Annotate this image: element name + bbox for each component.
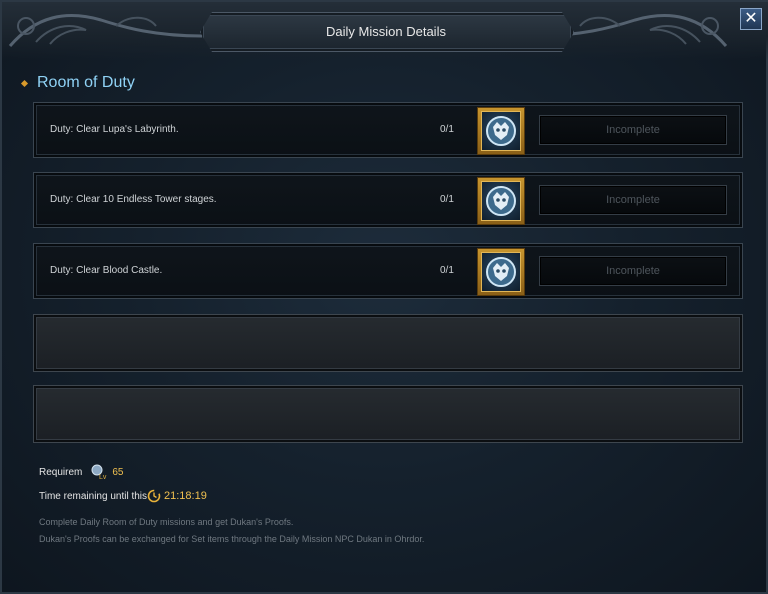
mission-progress: 0/1 <box>440 265 454 276</box>
diamond-bullet-icon <box>20 79 29 88</box>
close-button[interactable]: ✕ <box>740 8 762 30</box>
description-line: Dukan's Proofs can be exchanged for Set … <box>39 534 425 544</box>
mission-text: Duty: Clear 10 Endless Tower stages. <box>50 194 217 205</box>
reward-item[interactable] <box>477 107 525 155</box>
daily-mission-window: Daily Mission Details ✕ Room of Duty Dut… <box>0 0 768 594</box>
mission-row: Duty: Clear Lupa's Labyrinth. 0/1 Incomp… <box>33 102 743 158</box>
mission-row: Duty: Clear 10 Endless Tower stages. 0/1… <box>33 172 743 228</box>
mission-text: Duty: Clear Blood Castle. <box>50 265 163 276</box>
requirement-line: Requirem Lv 65 <box>39 464 123 480</box>
empty-mission-slot <box>33 385 743 443</box>
window-header: Daily Mission Details ✕ <box>2 2 768 60</box>
mission-row: Duty: Clear Blood Castle. 0/1 Incomplete <box>33 243 743 299</box>
mission-status-button[interactable]: Incomplete <box>539 256 727 286</box>
mission-text: Duty: Clear Lupa's Labyrinth. <box>50 124 179 135</box>
mission-progress: 0/1 <box>440 124 454 135</box>
mission-progress: 0/1 <box>440 194 454 205</box>
ornament-left-icon <box>8 14 203 47</box>
clock-icon <box>147 489 161 503</box>
svg-text:Lv: Lv <box>99 474 107 480</box>
reward-item[interactable] <box>477 248 525 296</box>
description-line: Complete Daily Room of Duty missions and… <box>39 517 294 527</box>
timer-label: Time remaining until this <box>39 490 148 502</box>
timer-line: Time remaining until this 21:18:19 <box>39 488 207 504</box>
section-header: Room of Duty <box>20 72 135 94</box>
dukan-proof-icon <box>486 116 516 146</box>
section-title: Room of Duty <box>37 74 135 91</box>
requirement-label: Requirem <box>39 466 83 478</box>
dukan-proof-icon <box>486 186 516 216</box>
window-title: Daily Mission Details <box>326 24 446 39</box>
mission-status-button[interactable]: Incomplete <box>539 115 727 145</box>
requirement-level: 65 <box>112 466 124 478</box>
dukan-proof-icon <box>486 257 516 287</box>
mission-status-button[interactable]: Incomplete <box>539 185 727 215</box>
empty-mission-slot <box>33 314 743 372</box>
level-icon: Lv <box>91 464 107 480</box>
reward-item[interactable] <box>477 177 525 225</box>
timer-value: 21:18:19 <box>164 490 207 502</box>
